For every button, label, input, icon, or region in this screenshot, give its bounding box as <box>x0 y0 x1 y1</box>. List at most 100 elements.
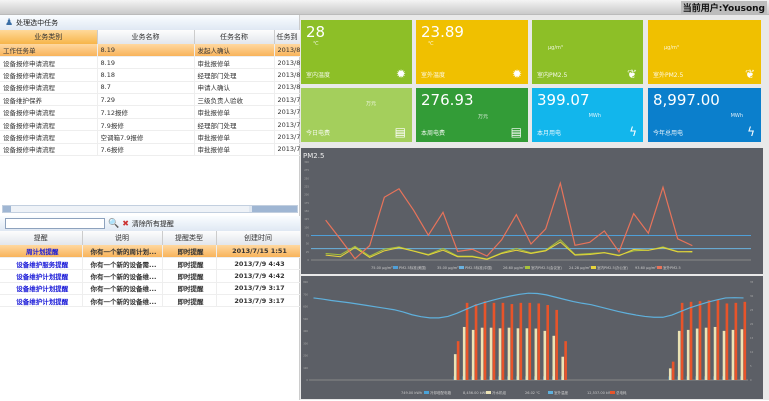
metric-tile[interactable]: 28 ℃ 室内温度 ✹ <box>301 20 412 84</box>
y2-tick-label: 30 <box>750 294 754 298</box>
tile-unit: μg/m³ <box>548 45 563 51</box>
metric-tile[interactable]: 万元 今日电费 ▤ <box>301 88 412 142</box>
metric-tile[interactable]: μg/m³ 室外PM2.5 ❦ <box>648 20 761 84</box>
reminder-column-header[interactable]: 提醒类型 <box>162 231 217 245</box>
task-row[interactable]: 设备报修申请流程 8.19 审批报修单 2013/8 <box>0 56 301 70</box>
bar <box>725 303 729 380</box>
process-selected-task-button[interactable]: 处理选中任务 <box>16 18 58 28</box>
y2-tick-label: 0 <box>750 378 752 382</box>
tile-unit: 万元 <box>365 101 376 107</box>
task-cell: 审批报修单 <box>194 143 275 157</box>
y2-tick-label: 5 <box>750 364 752 368</box>
legend-value: 24.28 μg/m³ <box>569 266 591 270</box>
legend-name: 室内PM2.5(办公室) <box>597 265 629 270</box>
task-cell: 2013/8 <box>274 56 301 70</box>
bar <box>689 301 693 380</box>
task-cell: 2013/7 <box>274 143 301 157</box>
scroll-right-button[interactable] <box>252 206 297 212</box>
legend-name: 总电耗 <box>616 390 627 395</box>
legend-swatch <box>548 391 553 394</box>
legend-name: 室外PM2.5 <box>663 265 681 270</box>
task-column-header[interactable]: 业务类别 <box>0 30 98 44</box>
metric-tile[interactable]: 276.93 万元 本周电费 ▤ <box>416 88 528 142</box>
bar <box>528 302 532 380</box>
y-tick-label: 175 <box>304 201 309 205</box>
reminder-row[interactable]: 设备维护计划提醒 你有一个新的设备维... 即时提醒 2013/7/9 4:42 <box>0 269 301 283</box>
tile-label: 今日电费 <box>306 130 331 137</box>
y-tick-label: 700 <box>303 292 308 296</box>
y-tick-label: 75 <box>306 234 310 238</box>
users-icon: ♟ <box>5 17 14 28</box>
task-row[interactable]: 工作任务单 8.19 发起人确认 2013/8 <box>0 44 301 57</box>
lightning-icon: ϟ <box>747 125 755 139</box>
y-tick-label: 600 <box>303 305 308 309</box>
task-row[interactable]: 设备维护保养 7.29 三级负责人验收 2013/7 <box>0 93 301 107</box>
task-row[interactable]: 设备报修申请流程 8.7 申请人确认 2013/8 <box>0 81 301 95</box>
dashboard: 28 ℃ 室内温度 ✹ 23.89 ℃ 室外温度 ✹ μg/m³ 室内PM2.5 ❦ μg/m³ 室外P… <box>300 15 769 400</box>
legend-swatch <box>486 391 491 394</box>
search-icon[interactable]: 🔍 <box>108 219 119 229</box>
y-tick-label: 0 <box>306 378 308 382</box>
y-tick-label: 200 <box>303 354 308 358</box>
clear-all-reminders-button[interactable]: 清除所有提醒 <box>132 219 174 229</box>
reminder-search-input[interactable] <box>5 218 105 229</box>
scroll-thumb[interactable] <box>11 206 249 212</box>
reminder-column-header[interactable]: 创建时间 <box>216 231 301 245</box>
y-tick-label: 300 <box>304 160 309 164</box>
reminder-cell: 即时提醒 <box>162 294 217 308</box>
task-cell: 工作任务单 <box>0 44 98 57</box>
task-column-header[interactable]: 任务到 <box>274 30 301 44</box>
metric-tile[interactable]: 23.89 ℃ 室外温度 ✹ <box>416 20 528 84</box>
task-cell: 2013/7 <box>274 93 301 107</box>
y-tick-label: 300 <box>303 341 308 345</box>
tile-label: 本周电费 <box>421 130 446 137</box>
scroll-left-button[interactable] <box>3 206 11 212</box>
metric-tile[interactable]: μg/m³ 室内PM2.5 ❦ <box>532 20 643 84</box>
pm25-chart: PM2.5 0 25 50 75 100 125 150 175 200 225 250 275 300… <box>301 148 763 274</box>
y-tick-label: 100 <box>303 366 308 370</box>
reminder-row[interactable]: 设备维护服务提醒 你有一个新的设备需... 即时提醒 2013/7/9 4:43 <box>0 257 301 271</box>
task-column-header[interactable]: 业务名称 <box>97 30 195 44</box>
reminder-row[interactable]: 设备维护计划提醒 你有一个新的设备维... 即时提醒 2013/7/9 3:17 <box>0 294 301 308</box>
metric-tile[interactable]: 8,997.00 MWh 今年总用电 ϟ <box>648 88 761 142</box>
reminder-column-header[interactable]: 说明 <box>82 231 163 245</box>
bar <box>552 335 556 380</box>
reminder-cell: 设备维护计划提醒 <box>0 294 83 308</box>
task-cell: 审批报修单 <box>194 105 275 119</box>
reminder-row[interactable]: 周计划提醒 你有一个新的周计划... 即时提醒 2013/7/15 1:51 <box>0 245 301 258</box>
legend-value: 12,537.00 kWh <box>587 391 614 395</box>
tile-unit: ℃ <box>428 41 434 47</box>
task-column-header[interactable]: 任务名称 <box>194 30 275 44</box>
bar <box>564 341 567 380</box>
legend-value: 93.60 μg/m³ <box>635 266 657 270</box>
left-panel: ♟ 处理选中任务 业务类别 业务名称 任务名称 任务到 工作任务单 8.19 发起人确认 2… <box>0 15 301 400</box>
legend-swatch <box>424 391 429 394</box>
legend-swatch <box>610 391 615 394</box>
legend-swatch <box>525 266 530 269</box>
leaf-icon: ❦ <box>744 67 755 81</box>
bar <box>686 329 690 380</box>
tile-label: 室外温度 <box>421 72 446 79</box>
task-cell: 2013/8 <box>274 44 301 57</box>
task-row[interactable]: 设备报修申请流程 8.18 经理部门处理 2013/8 <box>0 68 301 82</box>
task-cell: 设备报修申请流程 <box>0 130 98 144</box>
task-row[interactable]: 设备报修申请流程 空调箱7.9报修 审批报修单 2013/7 <box>0 130 301 144</box>
task-row[interactable]: 设备报修申请流程 7.12报修 审批报修单 2013/7 <box>0 105 301 119</box>
horizontal-scrollbar[interactable] <box>2 205 298 213</box>
metric-tile[interactable]: 399.07 MWh 本月用电 ϟ <box>532 88 643 142</box>
reminder-column-header[interactable]: 提醒 <box>0 231 83 245</box>
bar <box>474 304 478 380</box>
reminder-cell: 你有一个新的周计划... <box>82 245 163 258</box>
series-line <box>325 180 693 260</box>
task-row[interactable]: 设备报修申请流程 7.6报修 审批报修单 2013/7 <box>0 143 301 157</box>
reminder-row[interactable]: 设备维护计划提醒 你有一个新的设备维... 即时提醒 2013/7/9 3:17 <box>0 282 301 296</box>
tile-value: 28 <box>306 23 326 41</box>
task-cell: 设备报修申请流程 <box>0 68 98 82</box>
bar <box>525 328 529 380</box>
task-row[interactable]: 设备报修申请流程 7.9报修 经理部门处理 2013/7 <box>0 118 301 132</box>
task-cell: 经理部门处理 <box>194 118 275 132</box>
reminder-cell: 设备维护服务提醒 <box>0 257 83 271</box>
bar <box>740 329 744 380</box>
task-cell: 7.12报修 <box>97 105 195 119</box>
reminder-cell: 即时提醒 <box>162 257 217 271</box>
